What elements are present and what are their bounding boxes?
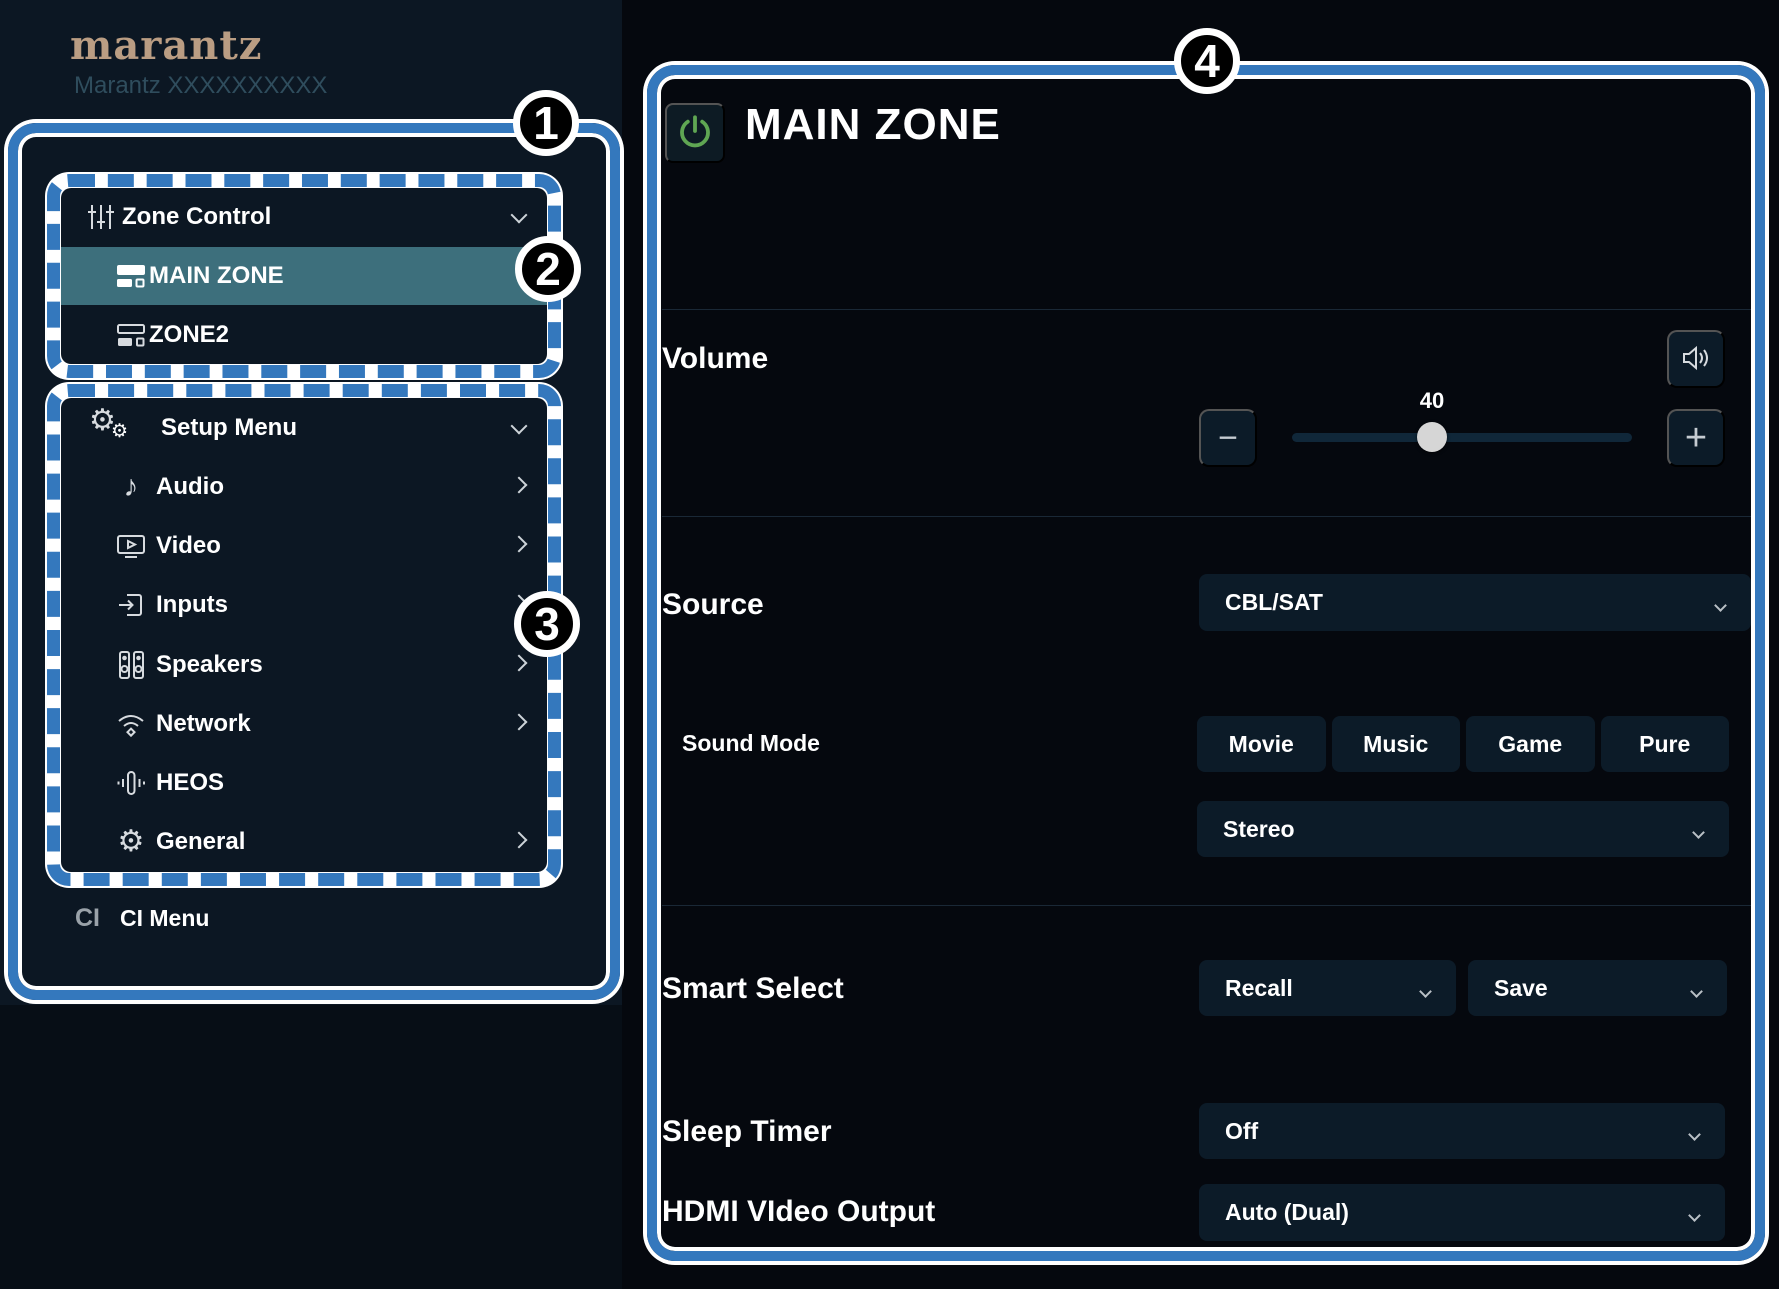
video-item-label: Video	[156, 532, 221, 560]
chevron-right-icon	[513, 537, 525, 555]
setup-menu-label: Setup Menu	[161, 414, 297, 442]
callout-box-zone-control: Zone Control MAIN ZONE	[45, 172, 563, 380]
ci-menu-label: CI Menu	[120, 905, 209, 932]
chevron-down-icon	[1716, 589, 1725, 616]
main-zone-item-label: MAIN ZONE	[149, 262, 284, 290]
page-title: MAIN ZONE	[745, 100, 1001, 150]
sidebar-item-audio[interactable]: ♪ Audio	[61, 457, 547, 516]
volume-label: Volume	[662, 342, 768, 376]
network-item-label: Network	[156, 710, 251, 738]
sound-mode-pure-button[interactable]: Pure	[1601, 716, 1730, 772]
sidebar-item-ci-menu[interactable]: CI CI Menu	[0, 898, 560, 938]
brand-logo: marantz	[70, 22, 263, 69]
chevron-down-icon	[513, 208, 525, 226]
zone-control-label: Zone Control	[122, 203, 271, 231]
audio-item-label: Audio	[156, 473, 224, 501]
speakers-icon	[111, 650, 151, 680]
sound-mode-buttons: Movie Music Game Pure	[1197, 716, 1729, 772]
sidebar-item-zone2[interactable]: ZONE2	[61, 305, 547, 364]
sidebar-item-heos[interactable]: HEOS	[61, 754, 547, 813]
sidebar-item-main-zone[interactable]: MAIN ZONE	[61, 247, 547, 306]
ci-icon: CI	[75, 904, 100, 933]
callout-box-main-zone-panel	[647, 65, 1765, 1261]
sidebar-item-inputs[interactable]: Inputs	[61, 576, 547, 635]
chevron-down-icon	[1690, 1118, 1699, 1145]
callout-number-4: 4	[1174, 28, 1240, 94]
chevron-right-icon	[513, 478, 525, 496]
sidebar-item-speakers[interactable]: Speakers	[61, 635, 547, 694]
sound-mode-movie-button[interactable]: Movie	[1197, 716, 1326, 772]
smart-select-recall-dropdown[interactable]: Recall	[1199, 960, 1456, 1016]
chevron-right-icon	[513, 656, 525, 674]
source-dropdown[interactable]: CBL/SAT	[1199, 574, 1751, 631]
callout-box-setup-menu: ⚙ ⚙ Setup Menu ♪ Audio	[45, 382, 563, 888]
volume-slider-knob[interactable]	[1417, 422, 1447, 452]
wifi-icon	[111, 710, 151, 738]
sidebar-item-general[interactable]: ⚙ General	[61, 813, 547, 872]
chevron-down-icon	[1692, 975, 1701, 1002]
device-model-label: Marantz XXXXXXXXXX	[74, 72, 327, 100]
sound-mode-label: Sound Mode	[682, 730, 820, 757]
sound-mode-dropdown[interactable]: Stereo	[1197, 801, 1729, 857]
chevron-down-icon	[1690, 1199, 1699, 1226]
hdmi-video-output-dropdown[interactable]: Auto (Dual)	[1199, 1184, 1725, 1241]
setup-menu-header[interactable]: ⚙ ⚙ Setup Menu	[61, 398, 547, 457]
divider	[662, 516, 1751, 517]
sound-mode-music-button[interactable]: Music	[1332, 716, 1461, 772]
chevron-down-icon	[513, 419, 525, 437]
zone2-item-label: ZONE2	[149, 321, 229, 349]
zone-control-header[interactable]: Zone Control	[61, 188, 547, 247]
divider	[662, 309, 1751, 310]
chevron-down-icon	[1694, 816, 1703, 843]
heos-item-label: HEOS	[156, 769, 224, 797]
mute-button[interactable]	[1667, 330, 1725, 388]
gear-icon: ⚙	[111, 827, 151, 857]
speakers-item-label: Speakers	[156, 651, 263, 679]
volume-increase-button[interactable]: +	[1667, 409, 1725, 467]
source-label: Source	[662, 588, 764, 622]
recall-value: Recall	[1225, 975, 1293, 1002]
sound-mode-current: Stereo	[1223, 816, 1295, 843]
save-value: Save	[1494, 975, 1548, 1002]
general-item-label: General	[156, 828, 245, 856]
speaker-icon	[1680, 343, 1712, 376]
callout-number-1: 1	[513, 90, 579, 156]
tv-icon	[111, 532, 151, 560]
sleep-timer-label: Sleep Timer	[662, 1115, 832, 1149]
callout-number-2: 2	[515, 236, 581, 302]
input-arrow-icon	[111, 591, 151, 619]
hdmi-video-output-label: HDMI VIdeo Output	[662, 1195, 935, 1229]
music-note-icon: ♪	[111, 472, 151, 502]
power-button[interactable]	[665, 103, 725, 163]
marantz-web-control-page: marantz Marantz XXXXXXXXXX Zone Control	[0, 0, 1779, 1289]
sound-mode-game-button[interactable]: Game	[1466, 716, 1595, 772]
double-gear-icon: ⚙ ⚙	[89, 408, 129, 448]
sidebar-item-network[interactable]: Network	[61, 694, 547, 753]
hdmi-video-output-value: Auto (Dual)	[1225, 1199, 1349, 1226]
volume-value: 40	[1402, 388, 1462, 414]
zone-icon	[111, 322, 151, 348]
power-icon	[676, 113, 714, 154]
sidebar-bottom-strip	[0, 1005, 622, 1289]
chevron-right-icon	[513, 715, 525, 733]
sleep-timer-value: Off	[1225, 1118, 1258, 1145]
callout-number-3: 3	[514, 591, 580, 657]
chevron-down-icon	[1421, 975, 1430, 1002]
smart-select-label: Smart Select	[662, 972, 844, 1006]
inputs-item-label: Inputs	[156, 591, 228, 619]
source-value: CBL/SAT	[1225, 589, 1323, 616]
heos-icon	[111, 768, 151, 798]
volume-slider-track[interactable]	[1292, 433, 1632, 442]
chevron-right-icon	[513, 833, 525, 851]
divider	[662, 905, 1751, 906]
sidebar-item-video[interactable]: Video	[61, 517, 547, 576]
smart-select-save-dropdown[interactable]: Save	[1468, 960, 1727, 1016]
sleep-timer-dropdown[interactable]: Off	[1199, 1103, 1725, 1159]
zone-icon	[111, 263, 151, 289]
sliders-icon	[81, 202, 121, 232]
volume-decrease-button[interactable]: −	[1199, 409, 1257, 467]
